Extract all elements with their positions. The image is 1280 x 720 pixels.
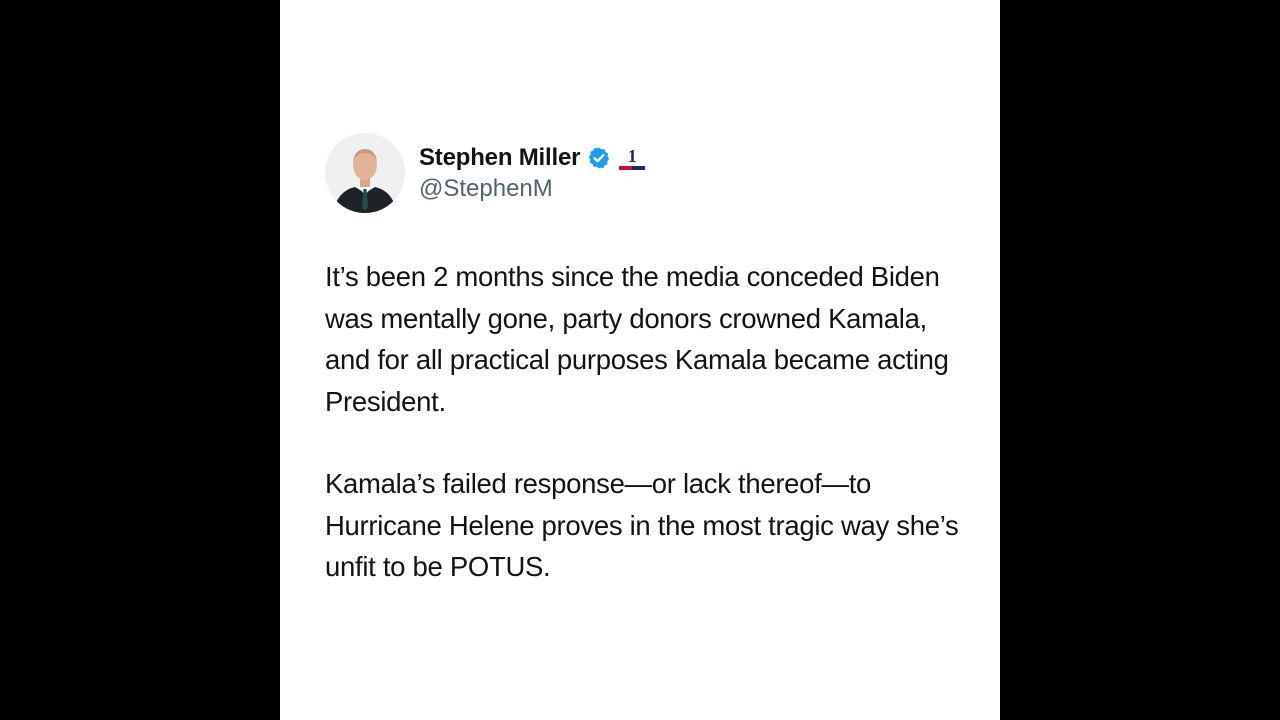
avatar[interactable] [325,133,405,213]
verified-badge-icon [589,147,610,169]
post-card: Stephen Miller 1 @StephenM It’s been 2 m… [280,0,1000,720]
post-text: It’s been 2 months since the media conce… [325,256,965,588]
name-row: Stephen Miller 1 [419,143,647,173]
author-name[interactable]: Stephen Miller [419,144,580,172]
post-header: Stephen Miller 1 @StephenM [325,133,647,213]
post-paragraph-2: Kamala’s failed response—or lack thereof… [325,468,959,582]
affiliation-badge-bar [619,165,646,170]
author-block: Stephen Miller 1 @StephenM [419,143,647,203]
author-handle[interactable]: @StephenM [419,175,647,203]
affiliation-badge-icon[interactable]: 1 [617,145,647,171]
post-paragraph-1: It’s been 2 months since the media conce… [325,261,949,417]
